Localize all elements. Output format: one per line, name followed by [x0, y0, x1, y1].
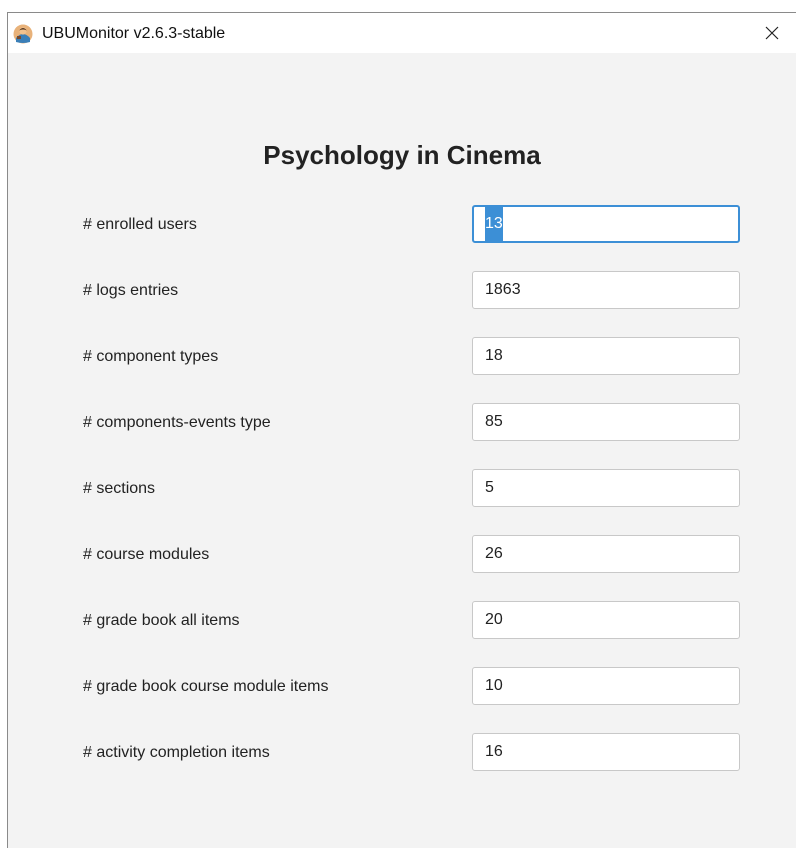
stat-row: # logs entries 1863 — [8, 271, 796, 311]
stat-row: # activity completion items 16 — [8, 733, 796, 773]
course-title: Psychology in Cinema — [263, 140, 541, 170]
close-button[interactable] — [748, 13, 796, 53]
stat-row: # grade book course module items 10 — [8, 667, 796, 707]
stat-row: # enrolled users 13 — [8, 205, 796, 245]
stat-row: # component types 18 — [8, 337, 796, 377]
stat-value: 26 — [485, 545, 503, 562]
stat-value-field[interactable]: 13 — [472, 205, 740, 243]
stat-value: 5 — [485, 479, 494, 496]
stat-row: # grade book all items 20 — [8, 601, 796, 641]
stat-value: 16 — [485, 743, 503, 760]
stat-label: # logs entries — [83, 282, 179, 299]
stat-value: 18 — [485, 347, 503, 364]
app-window: UBUMonitor v2.6.3-stable Psychology in C… — [7, 12, 796, 848]
stat-value-field[interactable]: 85 — [472, 403, 740, 441]
stat-value-field[interactable]: 26 — [472, 535, 740, 573]
stat-value-field[interactable]: 20 — [472, 601, 740, 639]
stat-label: # activity completion items — [83, 744, 270, 761]
title-bar[interactable]: UBUMonitor v2.6.3-stable — [8, 13, 796, 53]
app-avatar-icon — [13, 24, 33, 44]
stat-row: # sections 5 — [8, 469, 796, 509]
stat-label: # sections — [83, 480, 156, 497]
stat-value-field[interactable]: 16 — [472, 733, 740, 771]
stat-label: # course modules — [83, 546, 210, 563]
stat-value: 13 — [485, 207, 503, 241]
close-icon — [765, 26, 779, 40]
stat-row: # components-events type 85 — [8, 403, 796, 443]
stat-row: # course modules 26 — [8, 535, 796, 575]
stat-label: # enrolled users — [83, 216, 197, 233]
stat-value-field[interactable]: 10 — [472, 667, 740, 705]
stat-value: 10 — [485, 677, 503, 694]
stat-value: 20 — [485, 611, 503, 628]
stat-value-field[interactable]: 18 — [472, 337, 740, 375]
stat-label: # grade book course module items — [83, 678, 329, 695]
stat-label: # components-events type — [83, 414, 271, 431]
stat-value: 1863 — [485, 281, 521, 298]
stat-label: # grade book all items — [83, 612, 240, 629]
window-title: UBUMonitor v2.6.3-stable — [42, 25, 226, 42]
course-info-panel: Psychology in Cinema # enrolled users 13 #… — [8, 53, 796, 848]
stat-label: # component types — [83, 348, 219, 365]
stat-value-field[interactable]: 1863 — [472, 271, 740, 309]
stat-value: 85 — [485, 413, 503, 430]
stat-value-field[interactable]: 5 — [472, 469, 740, 507]
